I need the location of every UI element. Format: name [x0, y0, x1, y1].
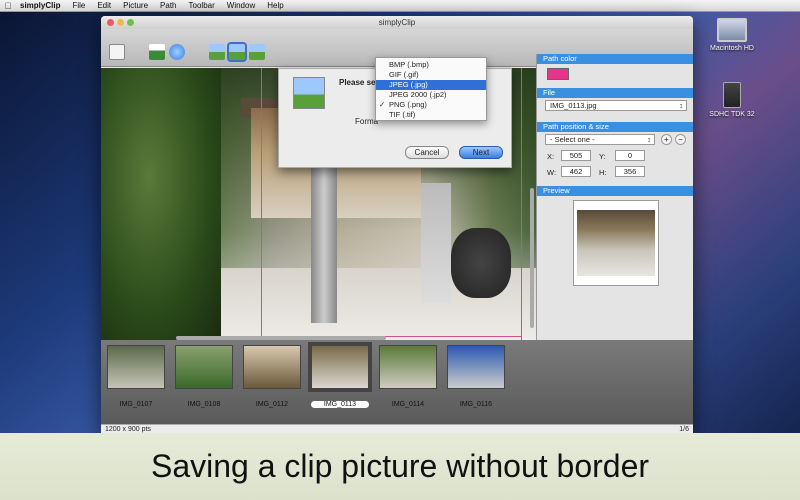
section-header-preview: Preview [537, 186, 693, 196]
format-option[interactable]: BMP (.bmp) [376, 60, 486, 70]
minimize-window-button[interactable] [117, 19, 124, 26]
sd-card-icon [723, 82, 741, 108]
thumbnail-label: IMG_0116 [459, 401, 493, 408]
w-label: W: [547, 168, 557, 177]
close-window-button[interactable] [107, 19, 114, 26]
image-icon[interactable] [149, 44, 165, 60]
h-field[interactable]: 356 [615, 166, 645, 177]
desktop-item-label: SDHC TDK 32 [709, 111, 755, 118]
filmstrip-item[interactable]: IMG_0116 [447, 345, 505, 415]
section-header-path-position: Path position & size [537, 122, 693, 132]
desktop-item-macintosh-hd[interactable]: Macintosh HD [697, 18, 767, 52]
file-select-value: IMG_0113.jpg [550, 101, 597, 110]
preset-select-value: - Select one - [550, 135, 595, 144]
chevron-updown-icon: ↕ [647, 135, 651, 144]
image-dimensions: 1200 x 900 pts [105, 426, 151, 433]
picture-mode-selected-icon[interactable] [227, 42, 247, 62]
menu-picture[interactable]: Picture [123, 1, 148, 10]
inspector-sidebar: Path color File IMG_0113.jpg ↕ Path posi… [536, 54, 693, 382]
section-header-file: File [537, 88, 693, 98]
format-option-checked[interactable]: ✓ PNG (.png) [376, 100, 486, 110]
format-option-highlighted[interactable]: JPEG (.jpg) [376, 80, 486, 90]
preset-select[interactable]: - Select one - ↕ [545, 134, 655, 145]
filmstrip-item[interactable]: IMG_0107 [107, 345, 165, 415]
thumbnail-image [107, 345, 165, 389]
format-option-label: GIF (.gif) [389, 70, 419, 79]
status-bar: 1200 x 900 pts 1/6 [101, 424, 693, 433]
next-button[interactable]: Next [459, 146, 503, 159]
format-option[interactable]: JPEG 2000 (.jp2) [376, 90, 486, 100]
clip-path-right-edge[interactable] [521, 68, 522, 340]
picture-icon [293, 77, 325, 109]
zoom-window-button[interactable] [127, 19, 134, 26]
y-field[interactable]: 0 [615, 150, 645, 161]
menu-path[interactable]: Path [160, 1, 176, 10]
add-preset-button[interactable]: + [661, 134, 672, 145]
x-field[interactable]: 505 [561, 150, 591, 161]
format-option-label: PNG (.png) [389, 100, 427, 109]
thumbnail-image [243, 345, 301, 389]
thumbnail-label: IMG_0112 [255, 401, 289, 408]
thumbnail-image [447, 345, 505, 389]
h-label: H: [599, 168, 607, 177]
caption-banner: Saving a clip picture without border [0, 433, 800, 500]
drop-icon[interactable] [169, 44, 185, 60]
picture-mode-alt-icon[interactable] [249, 44, 265, 60]
thumbnail-image [175, 345, 233, 389]
trees [101, 68, 221, 340]
filmstrip-item[interactable]: IMG_0114 [379, 345, 437, 415]
filmstrip-item[interactable]: IMG_0108 [175, 345, 233, 415]
filmstrip-item-selected[interactable]: IMG_0113 [308, 342, 372, 415]
chevron-updown-icon: ↕ [679, 101, 683, 110]
thumbnail-label: IMG_0107 [119, 401, 153, 408]
stone-lantern [421, 183, 451, 303]
document-icon[interactable] [109, 44, 125, 60]
x-label: X: [547, 152, 555, 161]
picture-mode-icon[interactable] [209, 44, 225, 60]
thumbnail-label: IMG_0108 [187, 401, 221, 408]
cancel-button[interactable]: Cancel [405, 146, 449, 159]
thumbnail-image [379, 345, 437, 389]
section-header-path-color: Path color [537, 54, 693, 64]
hard-drive-icon [717, 18, 747, 42]
format-option[interactable]: TIF (.tif) [376, 110, 486, 120]
y-label: Y: [599, 152, 606, 161]
menu-help[interactable]: Help [267, 1, 283, 10]
page-indicator: 1/6 [679, 426, 689, 433]
file-select[interactable]: IMG_0113.jpg ↕ [545, 100, 687, 111]
clip-path-left-edge[interactable] [261, 68, 262, 340]
path-color-swatch[interactable] [547, 68, 569, 80]
thumbnail-label: IMG_0113 [311, 401, 369, 408]
menu-window[interactable]: Window [227, 1, 255, 10]
format-option-label: JPEG (.jpg) [389, 80, 428, 89]
desktop-item-sd-card[interactable]: SDHC TDK 32 [697, 82, 767, 118]
preview-frame [573, 200, 659, 286]
format-option-label: JPEG 2000 (.jp2) [389, 90, 447, 99]
apple-menu-icon[interactable]:  [0, 1, 16, 11]
stone-pillar [311, 153, 337, 323]
filmstrip-item[interactable]: IMG_0112 [243, 345, 301, 415]
menu-file[interactable]: File [72, 1, 85, 10]
format-option-label: BMP (.bmp) [389, 60, 429, 69]
format-option-label: TIF (.tif) [389, 110, 416, 119]
thumbnail-image [308, 342, 372, 392]
desktop-item-label: Macintosh HD [710, 45, 754, 52]
window-title: simplyClip [378, 18, 416, 27]
thumbnail-label: IMG_0114 [391, 401, 425, 408]
format-dropdown-menu[interactable]: BMP (.bmp) GIF (.gif) JPEG (.jpg) JPEG 2… [375, 57, 487, 121]
window-titlebar[interactable]: simplyClip [101, 16, 693, 29]
menu-toolbar[interactable]: Toolbar [189, 1, 215, 10]
rock [451, 228, 511, 298]
vertical-scrollbar[interactable] [530, 188, 534, 328]
checkmark-icon: ✓ [379, 100, 386, 109]
format-option[interactable]: GIF (.gif) [376, 70, 486, 80]
preview-image [577, 210, 655, 276]
w-field[interactable]: 462 [561, 166, 591, 177]
filmstrip: IMG_0107 IMG_0108 IMG_0112 IMG_0113 IMG_… [101, 340, 693, 424]
menu-bar:  simplyClip File Edit Picture Path Tool… [0, 0, 800, 12]
remove-preset-button[interactable]: − [675, 134, 686, 145]
menu-edit[interactable]: Edit [97, 1, 111, 10]
app-menu[interactable]: simplyClip [20, 1, 60, 10]
